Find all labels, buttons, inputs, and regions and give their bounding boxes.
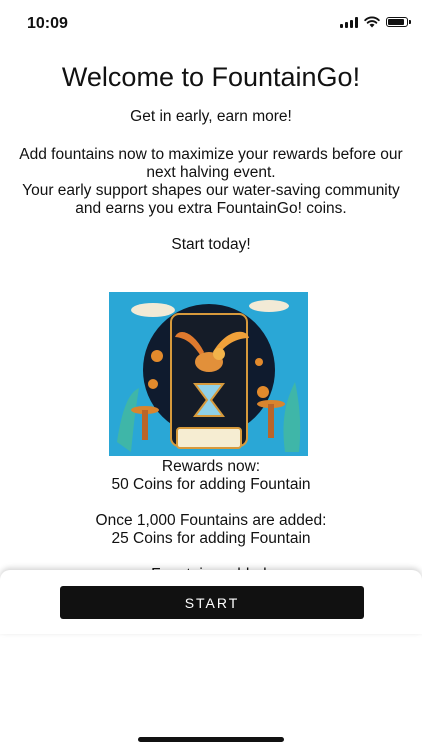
rewards-now-value: 50 Coins for adding Fountain [111, 476, 311, 493]
hero-illustration [109, 292, 308, 456]
wifi-icon [364, 16, 380, 28]
status-icons [340, 16, 411, 28]
rewards-now-label: Rewards now: [161, 458, 261, 475]
status-bar: 10:09 [0, 0, 422, 48]
tagline: Get in early, earn more! [130, 108, 292, 125]
cta-text: Start today! [171, 236, 251, 253]
intro-text: Add fountains now to maximize your rewar… [0, 146, 422, 218]
start-button[interactable]: START [60, 586, 364, 619]
rewards-section: Rewards now: 50 Coins for adding Fountai… [0, 458, 422, 584]
page-title: Welcome to FountainGo! [61, 62, 361, 92]
rewards-later-label: Once 1,000 Fountains are added: [95, 512, 327, 529]
rewards-later-value: 25 Coins for adding Fountain [111, 530, 311, 547]
battery-fill [388, 19, 405, 25]
status-time: 10:09 [27, 15, 68, 32]
intro-line-1: Add fountains now to maximize your rewar… [19, 146, 403, 181]
home-indicator[interactable] [138, 737, 284, 742]
welcome-content: Welcome to FountainGo! Get in early, ear… [0, 52, 422, 254]
intro-line-2: Your early support shapes our water-savi… [22, 182, 400, 217]
bottom-action-panel: START [0, 570, 422, 634]
signal-icon [340, 16, 358, 28]
battery-icon [386, 17, 411, 27]
